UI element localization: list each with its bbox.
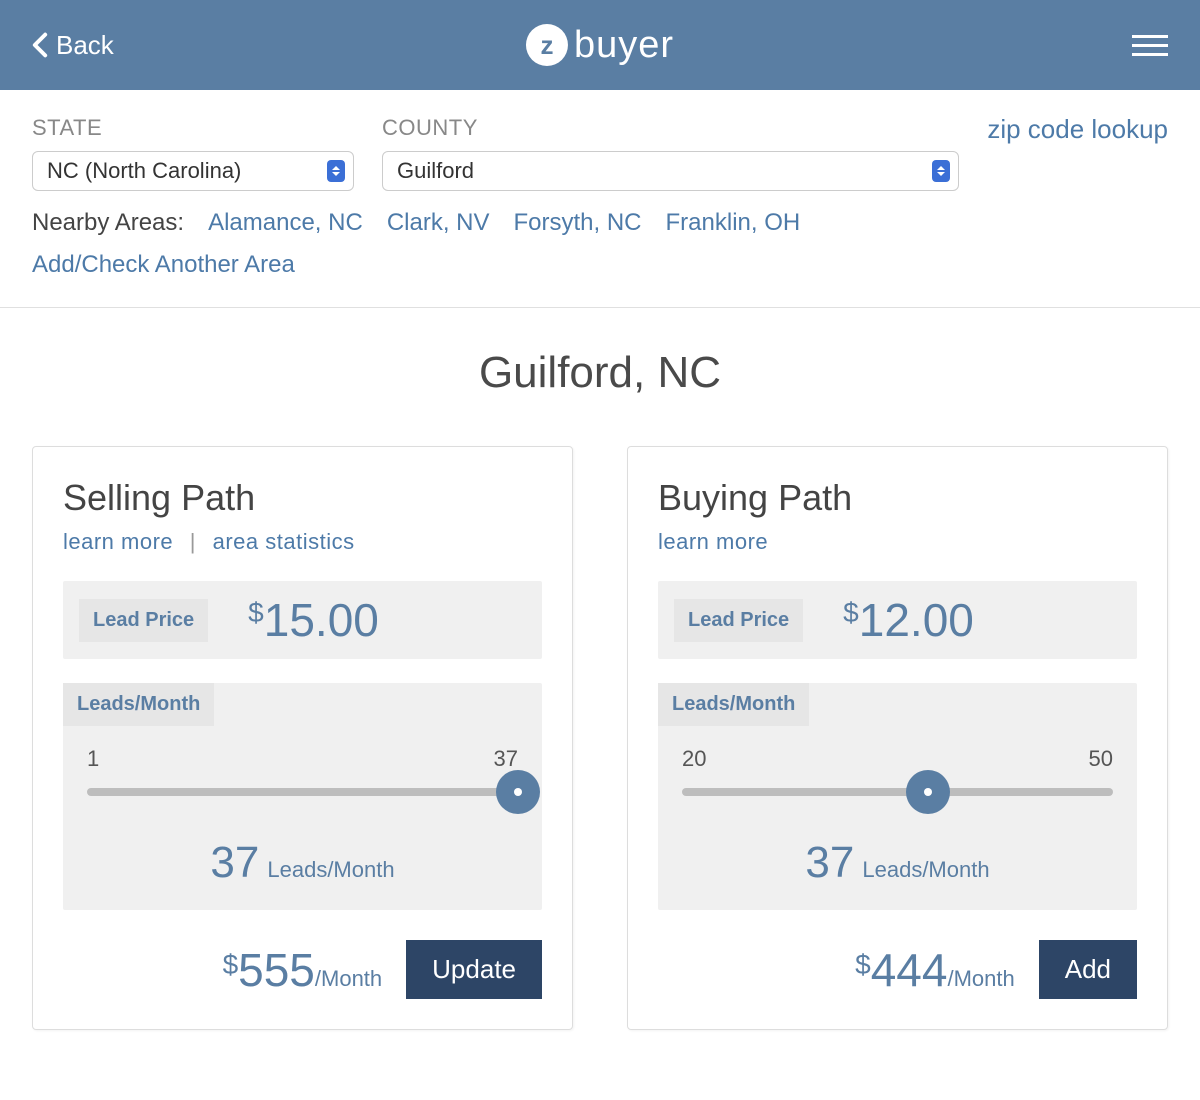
zip-code-lookup-link[interactable]: zip code lookup xyxy=(987,114,1168,145)
chevron-left-icon xyxy=(32,32,48,58)
menu-button[interactable] xyxy=(1132,35,1168,56)
page-title: Guilford, NC xyxy=(0,348,1200,398)
filters-section: STATE NC (North Carolina) COUNTY Guilfor… xyxy=(0,90,1200,308)
buying-links: learn more xyxy=(658,529,1137,555)
nearby-area-link[interactable]: Franklin, OH xyxy=(666,209,801,237)
selling-lead-price-box: Lead Price $15.00 xyxy=(63,581,542,659)
buying-slider-thumb[interactable] xyxy=(906,770,950,814)
brand-logo-text: buyer xyxy=(574,24,674,67)
buying-lead-price-value: $12.00 xyxy=(843,593,974,647)
add-area-link[interactable]: Add/Check Another Area xyxy=(32,251,295,295)
buying-path-card: Buying Path learn more Lead Price $12.00… xyxy=(627,446,1168,1030)
nearby-area-link[interactable]: Alamance, NC xyxy=(208,209,363,237)
buying-leads-slider[interactable] xyxy=(682,788,1113,796)
county-select-value: Guilford xyxy=(397,158,474,184)
county-label: COUNTY xyxy=(382,115,959,141)
selling-leads-section: Leads/Month 1 37 37Leads/Month xyxy=(63,683,542,910)
selling-leads-slider[interactable] xyxy=(87,788,518,796)
app-header: Back z buyer xyxy=(0,0,1200,90)
brand-logo-mark: z xyxy=(526,24,568,66)
selling-slider-max: 37 xyxy=(494,746,518,772)
selling-slider-min: 1 xyxy=(87,746,99,772)
buying-slider-max: 50 xyxy=(1089,746,1113,772)
selling-lead-price-value: $15.00 xyxy=(248,593,379,647)
state-label: STATE xyxy=(32,115,354,141)
select-arrows-icon xyxy=(327,160,345,182)
selling-learn-more-link[interactable]: learn more xyxy=(63,529,173,554)
selling-slider-thumb[interactable] xyxy=(496,770,540,814)
nearby-areas-row: Nearby Areas: Alamance, NC Clark, NV For… xyxy=(32,209,1168,237)
buying-lead-price-label: Lead Price xyxy=(674,599,803,642)
selling-path-card: Selling Path learn more | area statistic… xyxy=(32,446,573,1030)
buying-leads-readout: 37Leads/Month xyxy=(682,838,1113,888)
selling-links: learn more | area statistics xyxy=(63,529,542,555)
buying-slider-min: 20 xyxy=(682,746,706,772)
selling-title: Selling Path xyxy=(63,477,542,519)
buying-learn-more-link[interactable]: learn more xyxy=(658,529,768,554)
back-button[interactable]: Back xyxy=(32,30,114,61)
hamburger-icon xyxy=(1132,35,1168,38)
select-arrows-icon xyxy=(932,160,950,182)
buying-add-button[interactable]: Add xyxy=(1039,940,1137,999)
nearby-area-link[interactable]: Forsyth, NC xyxy=(514,209,642,237)
selling-leads-readout: 37Leads/Month xyxy=(87,838,518,888)
nearby-area-link[interactable]: Clark, NV xyxy=(387,209,490,237)
selling-total-price: $555/Month xyxy=(223,943,383,997)
selling-leads-label: Leads/Month xyxy=(63,683,214,726)
county-select[interactable]: Guilford xyxy=(382,151,959,191)
back-label: Back xyxy=(56,30,114,61)
buying-total-price: $444/Month xyxy=(855,943,1015,997)
nearby-areas-label: Nearby Areas: xyxy=(32,209,184,237)
buying-leads-label: Leads/Month xyxy=(658,683,809,726)
buying-lead-price-box: Lead Price $12.00 xyxy=(658,581,1137,659)
buying-leads-section: Leads/Month 20 50 37Leads/Month xyxy=(658,683,1137,910)
selling-lead-price-label: Lead Price xyxy=(79,599,208,642)
buying-title: Buying Path xyxy=(658,477,1137,519)
state-select-value: NC (North Carolina) xyxy=(47,158,241,184)
state-select[interactable]: NC (North Carolina) xyxy=(32,151,354,191)
selling-area-statistics-link[interactable]: area statistics xyxy=(213,529,355,554)
brand-logo: z buyer xyxy=(526,24,674,67)
selling-update-button[interactable]: Update xyxy=(406,940,542,999)
